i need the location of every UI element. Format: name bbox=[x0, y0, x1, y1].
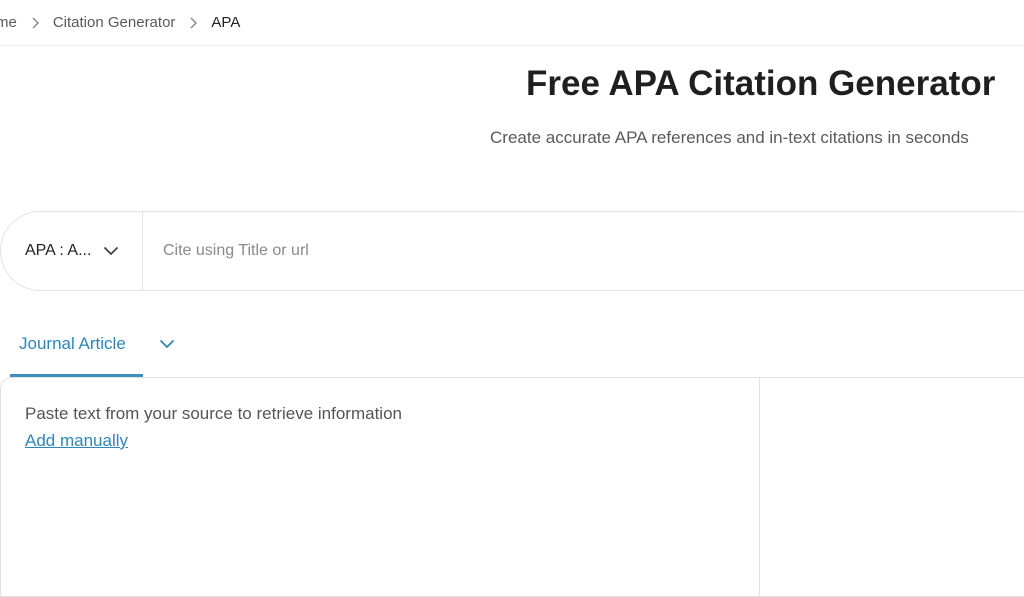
breadcrumb-current: APA bbox=[211, 14, 241, 31]
cite-search-input[interactable] bbox=[161, 241, 865, 261]
chevron-right-icon bbox=[31, 16, 39, 29]
source-type-dropdown-button[interactable] bbox=[159, 339, 175, 349]
page-title: Free APA Citation Generator bbox=[526, 64, 996, 103]
citation-style-dropdown[interactable]: APA : A... bbox=[1, 212, 143, 290]
citation-input-panel: Paste text from your source to retrieve … bbox=[0, 377, 1024, 597]
citation-search-bar: APA : A... bbox=[0, 211, 1024, 291]
source-type-tabs: Journal Article bbox=[10, 322, 175, 378]
breadcrumb: me Citation Generator APA bbox=[0, 0, 1024, 46]
chevron-down-icon bbox=[159, 339, 175, 349]
tab-journal-article-label: Journal Article bbox=[19, 334, 126, 353]
chevron-down-icon bbox=[103, 246, 119, 256]
breadcrumb-citation-generator-link[interactable]: Citation Generator bbox=[53, 14, 176, 31]
tab-journal-article[interactable]: Journal Article bbox=[10, 322, 143, 378]
breadcrumb-home-link[interactable]: me bbox=[0, 14, 17, 31]
paste-hint-text: Paste text from your source to retrieve … bbox=[25, 404, 402, 423]
chevron-right-icon bbox=[189, 16, 198, 29]
panel-divider bbox=[759, 378, 760, 596]
page-subtitle: Create accurate APA references and in-te… bbox=[490, 128, 969, 147]
citation-style-label: APA : A... bbox=[25, 242, 92, 259]
add-manually-link[interactable]: Add manually bbox=[25, 431, 128, 451]
